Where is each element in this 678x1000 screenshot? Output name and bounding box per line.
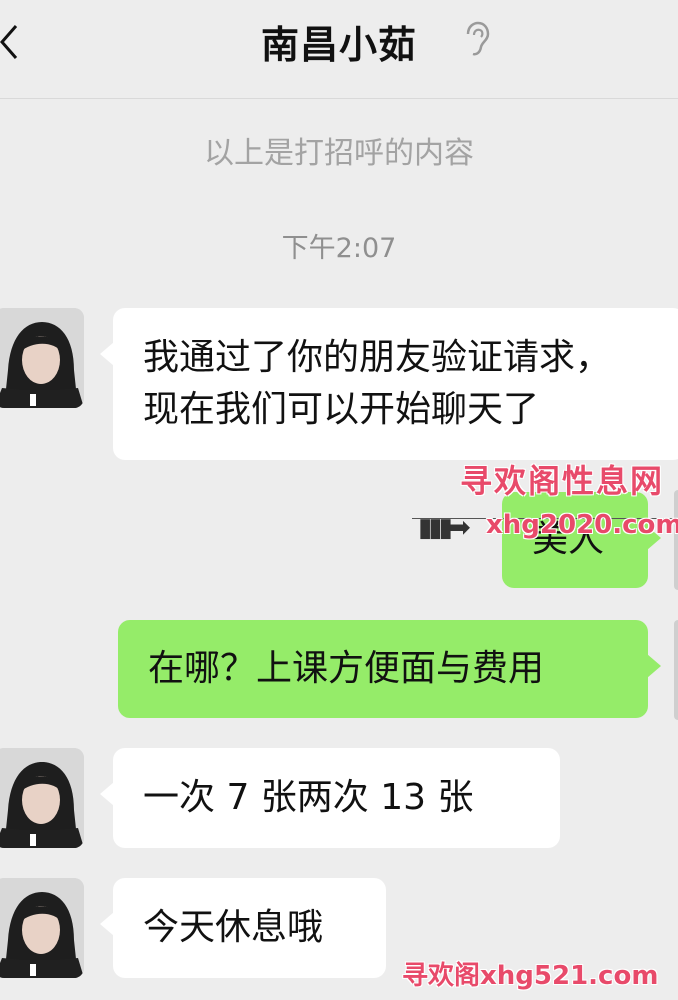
message-timestamp: 下午2:07 <box>281 233 397 264</box>
message-bubble-incoming[interactable]: 一次 7 张两次 13 张 <box>100 748 560 848</box>
watermark-bottom: 寻欢阁xhg521.com <box>402 961 659 991</box>
message-bubble-outgoing[interactable]: 在哪？上课方便面与费用 <box>118 620 661 718</box>
system-notice: 以上是打招呼的内容 <box>204 136 474 171</box>
contact-avatar[interactable] <box>0 748 84 848</box>
contact-avatar[interactable] <box>0 308 84 408</box>
message-line: 现在我们可以开始聊天了 <box>143 389 540 430</box>
my-avatar[interactable] <box>674 620 678 720</box>
chat-title: 南昌小茹 <box>260 23 417 67</box>
message-text: 在哪？上课方便面与费用 <box>148 648 545 689</box>
message-text: 今天休息哦 <box>143 907 324 948</box>
message-line: 我通过了你的朋友验证请求， <box>143 337 612 378</box>
watermark-site-name: 寻欢阁性息网 <box>460 462 665 500</box>
watermark-arrow-icon: ▮▮▮➡ <box>418 513 471 543</box>
message-bubble-incoming[interactable]: 我通过了你的朋友验证请求， 现在我们可以开始聊天了 <box>100 308 678 460</box>
watermark-domain: xhg2020.com <box>486 510 678 540</box>
message-bubble-incoming[interactable]: 今天休息哦 <box>100 878 386 978</box>
message-bubble-outgoing[interactable]: 美人 <box>502 492 661 588</box>
ear-icon[interactable] <box>460 20 492 58</box>
message-text: 一次 7 张两次 13 张 <box>143 777 474 818</box>
my-avatar[interactable] <box>674 490 678 590</box>
contact-avatar[interactable] <box>0 878 84 978</box>
chat-header: 南昌小茹 <box>0 0 678 99</box>
